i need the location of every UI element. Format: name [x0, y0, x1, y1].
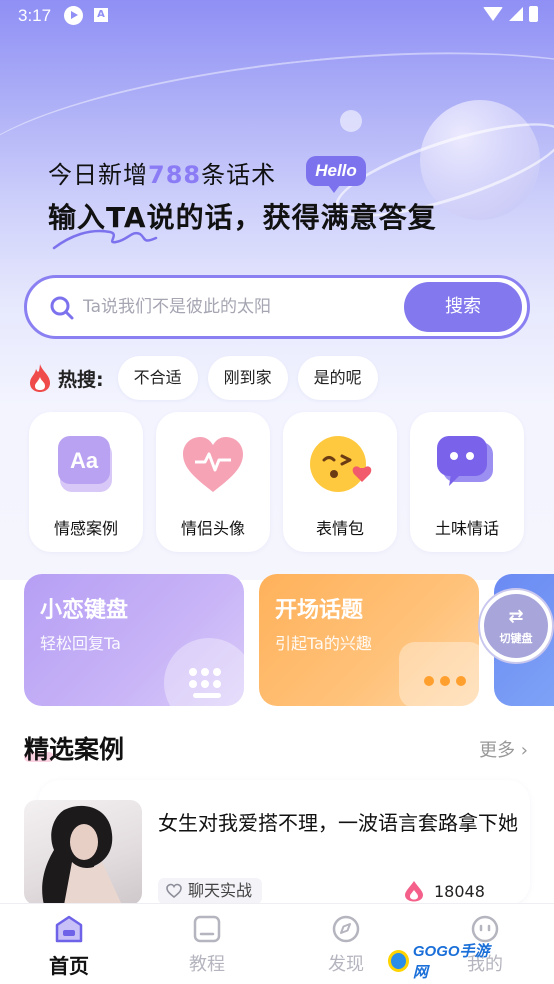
category-label: 情侣头像	[180, 519, 245, 538]
case-likes: 18048	[404, 878, 485, 904]
headline-daily-count: 今日新增788条话术	[48, 155, 276, 190]
banner-opening-topics[interactable]: 开场话题 引起Ta的兴趣	[259, 574, 479, 706]
category-stickers[interactable]: 表情包	[283, 412, 397, 552]
case-title: 女生对我爱搭不理，一波语言套路拿下她	[158, 811, 518, 835]
hot-search-row: 热搜: 不合适 刚到家 是的呢	[28, 356, 388, 400]
banner-keyboard[interactable]: 小恋键盘 轻松回复Ta	[24, 574, 244, 706]
search-input[interactable]	[83, 288, 403, 326]
headline-number: 788	[148, 161, 202, 189]
banner-subtitle: 引起Ta的兴趣	[275, 634, 372, 653]
compass-icon	[332, 915, 360, 943]
watermark-text: GOGO手游网	[412, 943, 490, 981]
svg-text:Aa: Aa	[70, 448, 99, 473]
category-grid: Aa 情感案例 情侣头像 表情包 土味情话	[29, 412, 529, 552]
headline-tagline: 输入TA说的话，获得满意答复	[48, 201, 437, 234]
heart-outline-icon	[166, 883, 182, 899]
section-title: 精选案例	[24, 735, 125, 764]
flame-drop-icon	[405, 881, 423, 902]
tab-label: 发现	[328, 954, 364, 975]
banner-title: 开场话题	[275, 598, 364, 623]
banner-title: 小恋键盘	[40, 598, 129, 623]
signal-icon	[509, 7, 523, 21]
fire-icon	[30, 364, 50, 392]
case-tag: 聊天实战	[158, 878, 263, 904]
play-notification-icon	[64, 6, 83, 25]
keyboard-icon	[189, 668, 221, 698]
case-thumbnail	[24, 800, 142, 905]
hello-badge: Hello	[306, 156, 366, 193]
case-card[interactable]: 女生对我爱搭不理，一波语言套路拿下她 聊天实战 18048	[24, 780, 530, 905]
case-tag-label: 聊天实战	[188, 881, 253, 900]
ellipsis-icon	[424, 676, 466, 686]
status-bar: 3:17 A	[0, 0, 554, 32]
watermark: GOGO手游网	[388, 943, 498, 981]
search-button[interactable]: 搜索	[404, 282, 522, 332]
more-label: 更多	[479, 740, 516, 761]
hot-chip[interactable]: 不合适	[117, 356, 198, 400]
wifi-icon	[483, 7, 503, 21]
watermark-logo-icon	[388, 950, 409, 972]
search-icon	[50, 296, 74, 320]
swap-arrows-icon: ⇄	[508, 606, 524, 627]
hot-chip[interactable]: 刚到家	[207, 356, 288, 400]
tab-home[interactable]: 首页	[24, 904, 114, 984]
category-emotion-cases[interactable]: Aa 情感案例	[29, 412, 143, 552]
heart-pulse-icon	[183, 437, 243, 492]
text-notification-icon: A	[94, 8, 108, 22]
hot-search-label: 热搜:	[58, 368, 104, 391]
status-indicators	[483, 6, 538, 22]
category-label: 情感案例	[53, 519, 118, 538]
category-cheesy-lines[interactable]: 土味情话	[410, 412, 524, 552]
headline-suffix: 条话术	[201, 161, 277, 189]
category-label: 表情包	[315, 519, 364, 538]
battery-icon	[529, 6, 538, 22]
chat-bubble-icon	[437, 436, 493, 486]
headline-prefix: 今日新增	[48, 161, 148, 189]
chevron-right-icon: ›	[515, 740, 528, 761]
category-couple-avatars[interactable]: 情侣头像	[156, 412, 270, 552]
book-icon	[193, 915, 221, 943]
emoji-face-icon	[310, 436, 372, 492]
category-label: 土味情话	[434, 519, 499, 538]
tab-tutorial[interactable]: 教程	[162, 904, 252, 984]
tab-label: 教程	[189, 954, 225, 975]
home-icon	[55, 915, 83, 943]
moon-illustration	[340, 110, 362, 132]
switch-keyboard-button[interactable]: ⇄ 切键盘	[480, 590, 552, 662]
tab-label: 首页	[49, 954, 89, 978]
portrait-illustration	[42, 805, 122, 905]
more-link[interactable]: 更多 ›	[479, 736, 528, 762]
switch-keyboard-label: 切键盘	[499, 632, 533, 645]
likes-count: 18048	[434, 881, 485, 901]
tab-discover[interactable]: 发现	[301, 904, 391, 984]
banner-subtitle: 轻松回复Ta	[40, 634, 121, 653]
search-bar: 搜索	[24, 275, 530, 339]
aa-letter-icon: Aa	[58, 436, 112, 492]
status-time: 3:17	[18, 6, 52, 25]
hot-chip[interactable]: 是的呢	[297, 356, 378, 400]
